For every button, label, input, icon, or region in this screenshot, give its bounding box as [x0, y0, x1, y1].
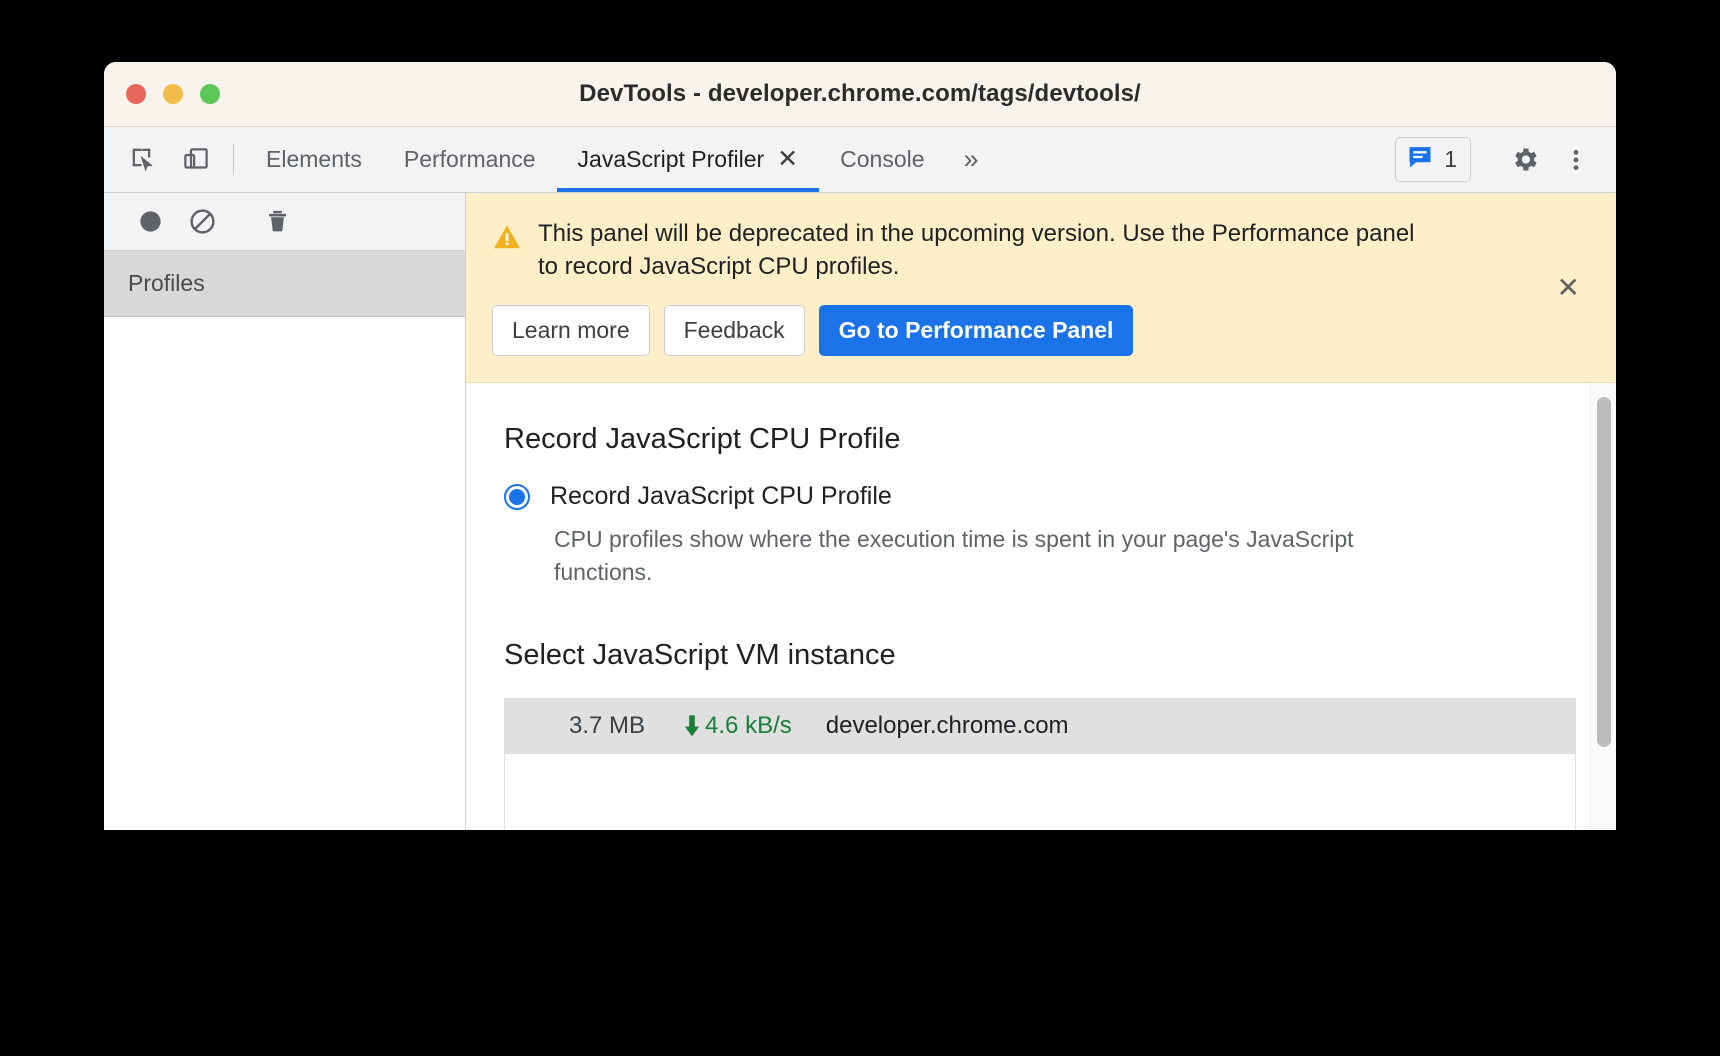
profiler-toolbar [104, 193, 465, 251]
download-arrow-icon [681, 713, 703, 739]
profiles-sidebar: Profiles [104, 193, 466, 830]
tab-label: Elements [266, 146, 362, 172]
vm-section-title: Select JavaScript VM instance [504, 638, 896, 671]
message-count-button[interactable]: 1 [1395, 137, 1471, 182]
vm-instance-row[interactable]: 3.7 MB 4.6 kB/s developer.chrome.com [505, 697, 1575, 754]
gear-icon[interactable] [1498, 144, 1550, 175]
radio-button-selected[interactable] [504, 483, 530, 510]
close-window-button[interactable] [126, 84, 146, 104]
warning-triangle-icon [492, 217, 522, 283]
banner-message: This panel will be deprecated in the upc… [538, 220, 1415, 281]
inspect-cursor-icon[interactable] [118, 127, 170, 192]
profiles-header: Profiles [104, 251, 465, 317]
tab-performance[interactable]: Performance [383, 127, 557, 192]
tab-label: JavaScript Profiler [577, 146, 765, 172]
record-circle-icon[interactable] [124, 196, 176, 248]
profiler-content: Record JavaScript CPU Profile Record Jav… [466, 383, 1616, 830]
feedback-button[interactable]: Feedback [663, 305, 805, 357]
profiler-main-pane: This panel will be deprecated in the upc… [466, 193, 1616, 830]
tab-label: Console [840, 146, 925, 172]
minimize-window-button[interactable] [163, 84, 183, 104]
vm-memory-size: 3.7 MB [569, 711, 646, 739]
radio-dot [509, 488, 525, 505]
devtools-tabbar: Elements Performance JavaScript Profiler… [104, 127, 1616, 193]
window-title: DevTools - developer.chrome.com/tags/dev… [579, 80, 1141, 107]
banner-actions: Learn more Feedback Go to Performance Pa… [492, 305, 1590, 357]
content-scrollbar[interactable] [1590, 383, 1616, 830]
devtools-body: Profiles This panel will be deprecated i… [104, 193, 1616, 830]
kebab-menu-icon[interactable] [1550, 147, 1602, 173]
close-banner-icon[interactable]: ✕ [1557, 273, 1580, 302]
profiler-content-inner: Record JavaScript CPU Profile Record Jav… [466, 423, 1616, 830]
tab-javascript-profiler[interactable]: JavaScript Profiler ✕ [556, 127, 820, 192]
tab-elements[interactable]: Elements [245, 127, 383, 192]
radio-description: CPU profiles show where the execution ti… [554, 526, 1354, 585]
traffic-lights [126, 84, 220, 104]
vm-list-empty-area [505, 753, 1575, 830]
go-to-performance-panel-button[interactable]: Go to Performance Panel [818, 305, 1134, 357]
deprecation-banner: This panel will be deprecated in the upc… [466, 193, 1616, 384]
record-section-title: Record JavaScript CPU Profile [504, 423, 901, 456]
message-count-value: 1 [1444, 146, 1457, 172]
tabbar-right-actions: 1 [1395, 127, 1616, 192]
close-tab-icon[interactable]: ✕ [777, 147, 798, 172]
more-tabs-icon[interactable]: » [946, 127, 994, 192]
message-bubble-icon [1406, 143, 1434, 176]
tab-label: Performance [403, 146, 536, 172]
scrollbar-thumb[interactable] [1597, 397, 1611, 748]
vm-instance-list: 3.7 MB 4.6 kB/s developer.chrome.com [504, 697, 1576, 830]
tab-console[interactable]: Console [819, 127, 945, 192]
no-entry-clear-icon[interactable] [176, 196, 228, 248]
toolbar-divider [233, 144, 234, 175]
radio-label: Record JavaScript CPU Profile [550, 482, 892, 511]
learn-more-button[interactable]: Learn more [492, 305, 650, 357]
vm-download-speed-value: 4.6 kB/s [705, 711, 792, 739]
trash-icon[interactable] [251, 196, 303, 248]
maximize-window-button[interactable] [200, 84, 220, 104]
vm-host-name: developer.chrome.com [825, 711, 1069, 739]
window-titlebar: DevTools - developer.chrome.com/tags/dev… [104, 62, 1616, 127]
profiles-list[interactable] [104, 317, 465, 830]
vm-download-speed: 4.6 kB/s [681, 712, 792, 740]
banner-message-row: This panel will be deprecated in the upc… [492, 217, 1590, 283]
devtools-window: DevTools - developer.chrome.com/tags/dev… [104, 62, 1616, 830]
record-cpu-profile-option[interactable]: Record JavaScript CPU Profile [504, 482, 1576, 511]
device-toolbar-icon[interactable] [170, 127, 222, 192]
